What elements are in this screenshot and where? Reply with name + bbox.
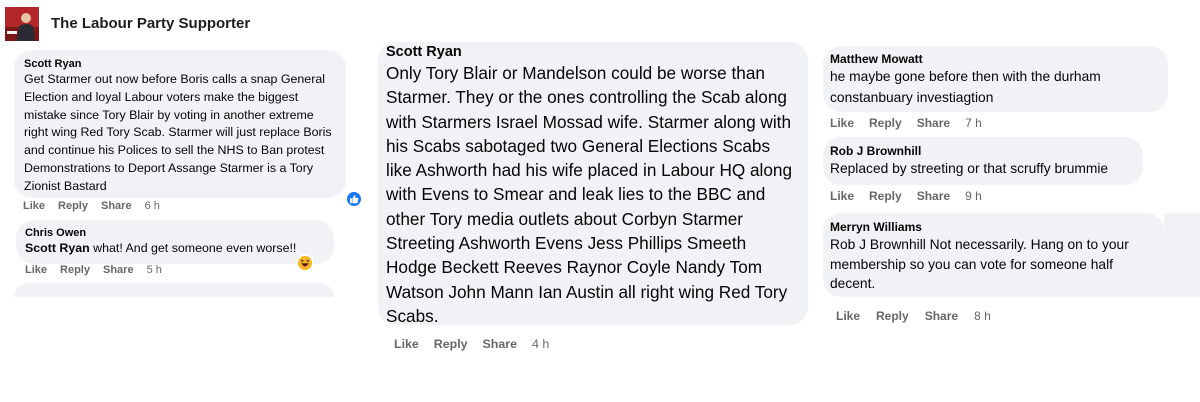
comment-bubble: Scott Ryan Only Tory Blair or Mandelson … xyxy=(378,42,808,326)
reply-button[interactable]: Reply xyxy=(876,309,909,323)
share-button[interactable]: Share xyxy=(917,116,950,130)
comment-timestamp[interactable]: 4 h xyxy=(532,337,549,351)
comment-actions: Like Reply Share 7 h xyxy=(830,116,982,130)
comment-timestamp[interactable]: 9 h xyxy=(965,189,982,203)
comment-timestamp[interactable]: 5 h xyxy=(147,264,162,276)
share-button[interactable]: Share xyxy=(101,200,132,212)
laughing-face-icon xyxy=(298,256,312,270)
thumbs-up-icon xyxy=(350,195,359,204)
share-button[interactable]: Share xyxy=(483,337,517,351)
like-button[interactable]: Like xyxy=(836,309,860,323)
comment-text: Replaced by streeting or that scruffy br… xyxy=(830,161,1109,176)
reply-button[interactable]: Reply xyxy=(58,200,88,212)
group-avatar-image xyxy=(5,7,39,41)
reply-button[interactable]: Reply xyxy=(869,189,902,203)
comment-author[interactable]: Matthew Mowatt xyxy=(830,52,1161,67)
comment-text: Get Starmer out now before Boris calls a… xyxy=(24,72,332,193)
reply-button[interactable]: Reply xyxy=(869,116,902,130)
comment-actions: Like Reply Share 8 h xyxy=(836,309,991,323)
comment-author[interactable]: Scott Ryan xyxy=(24,57,336,71)
comment-author[interactable]: Merryn Williams xyxy=(830,220,1157,235)
mention-link[interactable]: Scott Ryan xyxy=(25,241,90,255)
share-button[interactable]: Share xyxy=(103,264,134,276)
comment-bubble: Scott Ryan Get Starmer out now before Bo… xyxy=(14,50,346,198)
comment-bubble-partial xyxy=(14,283,334,297)
comment-text: Only Tory Blair or Mandelson could be wo… xyxy=(386,63,793,326)
comment-text: he maybe gone before then with the durha… xyxy=(830,69,1101,105)
like-button[interactable]: Like xyxy=(830,189,854,203)
reply-button[interactable]: Reply xyxy=(60,264,90,276)
like-button[interactable]: Like xyxy=(394,337,419,351)
haha-reaction-icon[interactable] xyxy=(296,254,314,272)
comment-actions: Like Reply Share 9 h xyxy=(830,189,982,203)
comment-author[interactable]: Scott Ryan xyxy=(386,43,800,61)
comment-author[interactable]: Chris Owen xyxy=(25,226,325,240)
group-header: The Labour Party Supporter xyxy=(0,0,380,48)
comment-timestamp[interactable]: 6 h xyxy=(145,200,160,212)
comment-bubble: Rob J Brownhill Replaced by streeting or… xyxy=(823,137,1143,185)
like-button[interactable]: Like xyxy=(23,200,45,212)
comment-timestamp[interactable]: 7 h xyxy=(965,116,982,130)
comment-bubble: Merryn Williams Rob J Brownhill Not nece… xyxy=(823,213,1164,297)
comment-author[interactable]: Rob J Brownhill xyxy=(830,144,1136,159)
comment-actions: Like Reply Share 6 h xyxy=(23,200,160,212)
comment-timestamp[interactable]: 8 h xyxy=(974,309,991,323)
like-reaction-icon[interactable] xyxy=(345,190,363,208)
like-button[interactable]: Like xyxy=(830,116,854,130)
reply-button[interactable]: Reply xyxy=(434,337,468,351)
like-button[interactable]: Like xyxy=(25,264,47,276)
group-avatar[interactable] xyxy=(5,7,39,41)
comment-actions: Like Reply Share 4 h xyxy=(394,337,549,351)
comment-bubble: Matthew Mowatt he maybe gone before then… xyxy=(823,46,1168,112)
comment-bubble-extension xyxy=(1164,213,1200,297)
comment-bubble: Chris Owen Scott Ryan what! And get some… xyxy=(16,220,334,264)
comment-text: Scott Ryan what! And get someone even wo… xyxy=(25,240,325,257)
group-name[interactable]: The Labour Party Supporter xyxy=(51,15,250,32)
comment-text: Rob J Brownhill Not necessarily. Hang on… xyxy=(830,237,1129,291)
comment-text-body: what! And get someone even worse!! xyxy=(89,241,297,255)
share-button[interactable]: Share xyxy=(917,189,950,203)
share-button[interactable]: Share xyxy=(925,309,958,323)
comment-actions: Like Reply Share 5 h xyxy=(25,264,162,276)
